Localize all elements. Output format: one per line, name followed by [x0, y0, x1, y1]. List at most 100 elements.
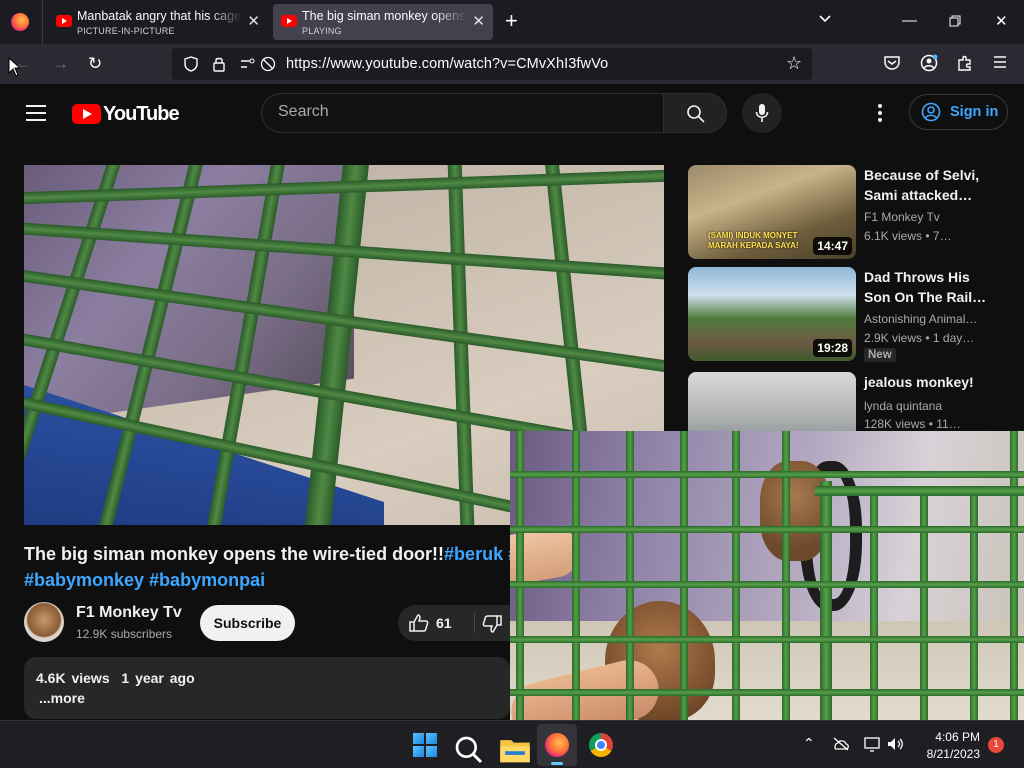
youtube-play-icon	[72, 104, 101, 124]
cage-door-frame	[820, 481, 832, 720]
related-video-channel[interactable]: lynda quintana	[864, 399, 988, 413]
youtube-favicon-icon	[56, 15, 72, 27]
clock-time[interactable]: 4:06 PM	[920, 730, 980, 744]
cloud-offline-icon[interactable]	[832, 737, 850, 751]
firefox-icon[interactable]	[545, 733, 569, 757]
chrome-icon[interactable]	[589, 733, 613, 757]
tab-separator	[42, 0, 43, 44]
lock-icon[interactable]	[212, 56, 226, 72]
clock-date[interactable]: 8/21/2023	[910, 747, 980, 761]
user-circle-icon	[921, 102, 941, 122]
new-tab-icon[interactable]: +	[505, 10, 518, 32]
search-icon[interactable]	[453, 734, 485, 766]
related-video-title[interactable]: Because of Selvi, Sami attacked…	[864, 165, 988, 205]
like-count[interactable]: 61	[436, 615, 452, 631]
address-bar[interactable]: https://www.youtube.com/watch?v=CMvXhI3f…	[172, 48, 812, 80]
description-box[interactable]: 4.6K views 1 year ago ...more	[24, 657, 510, 719]
cage-bar	[510, 471, 1024, 478]
cage-bar	[510, 689, 1024, 696]
upload-age: 1 year ago	[121, 670, 195, 686]
thumbs-down-icon[interactable]	[482, 615, 502, 633]
permissions-icon[interactable]	[240, 56, 256, 72]
close-tab-icon[interactable]: ✕	[247, 13, 260, 31]
like-divider	[474, 613, 475, 633]
cage-bar	[447, 165, 475, 525]
youtube-logo-text: YouTube	[103, 103, 180, 125]
voice-search-button[interactable]	[742, 93, 782, 133]
show-more-link[interactable]: ...more	[39, 690, 85, 706]
subscribe-button[interactable]: Subscribe	[200, 605, 295, 641]
related-video-item[interactable]: (SAMI) INDUK MONYET MARAH KEPADA SAYA! 1…	[688, 165, 1018, 261]
cage-bar	[510, 526, 1024, 533]
related-video-item[interactable]: 19:28 Dad Throws His Son On The Rail… As…	[688, 267, 1018, 363]
thumbs-up-icon[interactable]	[409, 614, 429, 632]
subscriber-count: 12.9K subscribers	[76, 627, 173, 641]
related-video-channel[interactable]: F1 Monkey Tv	[864, 210, 988, 224]
search-input[interactable]	[278, 103, 648, 121]
menu-icon[interactable]	[992, 54, 1008, 70]
description-meta: 4.6K views 1 year ago	[36, 670, 195, 686]
related-video-meta: 6.1K views • 7…	[864, 229, 952, 243]
related-video-meta: 128K views • 11…	[864, 417, 961, 431]
browser-tab-strip: Manbatak angry that his cage is PICTURE-…	[0, 0, 1024, 44]
start-menu-icon[interactable]	[409, 729, 441, 761]
tab-status: PICTURE-IN-PICTURE	[77, 26, 175, 36]
video-duration: 19:28	[813, 339, 852, 357]
tab-title: The big siman monkey opens the	[302, 9, 467, 23]
firefox-view-icon[interactable]	[11, 13, 29, 31]
tab-status: PLAYING	[302, 26, 342, 36]
video-thumbnail[interactable]: 19:28	[688, 267, 856, 361]
channel-avatar[interactable]	[24, 602, 64, 642]
close-window-icon[interactable]: ✕	[995, 12, 1008, 30]
volume-icon[interactable]	[887, 736, 905, 752]
restore-icon[interactable]	[949, 15, 961, 27]
cage-bar	[510, 581, 1024, 588]
network-icon[interactable]	[864, 736, 882, 752]
account-icon[interactable]	[920, 54, 938, 72]
tab-active-video[interactable]: The big siman monkey opens the PLAYING ✕	[273, 4, 493, 40]
like-dislike-group: 61	[398, 605, 518, 641]
shield-icon[interactable]	[184, 56, 198, 72]
tab-pip-video[interactable]: Manbatak angry that his cage is PICTURE-…	[48, 4, 268, 40]
related-video-channel[interactable]: Astonishing Animal…	[864, 312, 988, 326]
search-box	[261, 93, 663, 133]
youtube-header: YouTube Sign in	[0, 84, 1024, 142]
notification-badge[interactable]: 1	[988, 737, 1004, 753]
video-title-text: The big siman monkey opens the wire-tied…	[24, 544, 445, 564]
list-all-tabs-icon[interactable]	[818, 12, 832, 26]
video-title-hashtags-line2[interactable]: #babymonkey #babymonpai	[24, 568, 265, 592]
pocket-icon[interactable]	[883, 54, 901, 72]
cage-door-frame	[815, 486, 1024, 496]
mouse-cursor-icon	[8, 57, 20, 77]
microphone-icon	[755, 104, 769, 122]
search-icon	[687, 105, 705, 123]
new-badge: New	[864, 348, 896, 362]
extensions-icon[interactable]	[956, 54, 974, 72]
video-duration: 14:47	[813, 237, 852, 255]
channel-name[interactable]: F1 Monkey Tv	[76, 604, 182, 622]
forward-icon[interactable]: →	[52, 55, 69, 73]
show-hidden-icons-icon[interactable]: ⌃	[803, 735, 815, 752]
reload-icon[interactable]: ↻	[88, 55, 102, 73]
minimize-icon[interactable]: —	[902, 12, 917, 29]
settings-more-icon[interactable]	[878, 104, 882, 125]
sign-in-button[interactable]: Sign in	[909, 94, 1008, 130]
bookmark-star-icon[interactable]: ☆	[786, 53, 802, 74]
browser-nav-bar: ← → ↻ https://www.youtube.com/watch?v=CM…	[0, 44, 1024, 84]
autoplay-blocked-icon[interactable]	[260, 56, 276, 72]
search-button[interactable]	[663, 93, 727, 133]
close-tab-icon[interactable]: ✕	[472, 13, 485, 31]
cage-bar	[510, 636, 1024, 643]
related-video-title[interactable]: jealous monkey!	[864, 372, 988, 392]
file-explorer-icon[interactable]	[499, 734, 531, 766]
video-thumbnail[interactable]: (SAMI) INDUK MONYET MARAH KEPADA SAYA! 1…	[688, 165, 856, 259]
video-title-hashtags[interactable]: #beruk #	[444, 544, 510, 564]
sign-in-label: Sign in	[950, 104, 999, 120]
tab-title: Manbatak angry that his cage is	[77, 9, 242, 23]
url-text[interactable]: https://www.youtube.com/watch?v=CMvXhI3f…	[286, 56, 608, 72]
related-video-title[interactable]: Dad Throws His Son On The Rail…	[864, 267, 988, 307]
picture-in-picture-window[interactable]	[510, 431, 1024, 720]
related-video-meta: 2.9K views • 1 day…	[864, 331, 975, 345]
guide-menu-icon[interactable]	[26, 105, 46, 121]
youtube-favicon-icon	[281, 15, 297, 27]
